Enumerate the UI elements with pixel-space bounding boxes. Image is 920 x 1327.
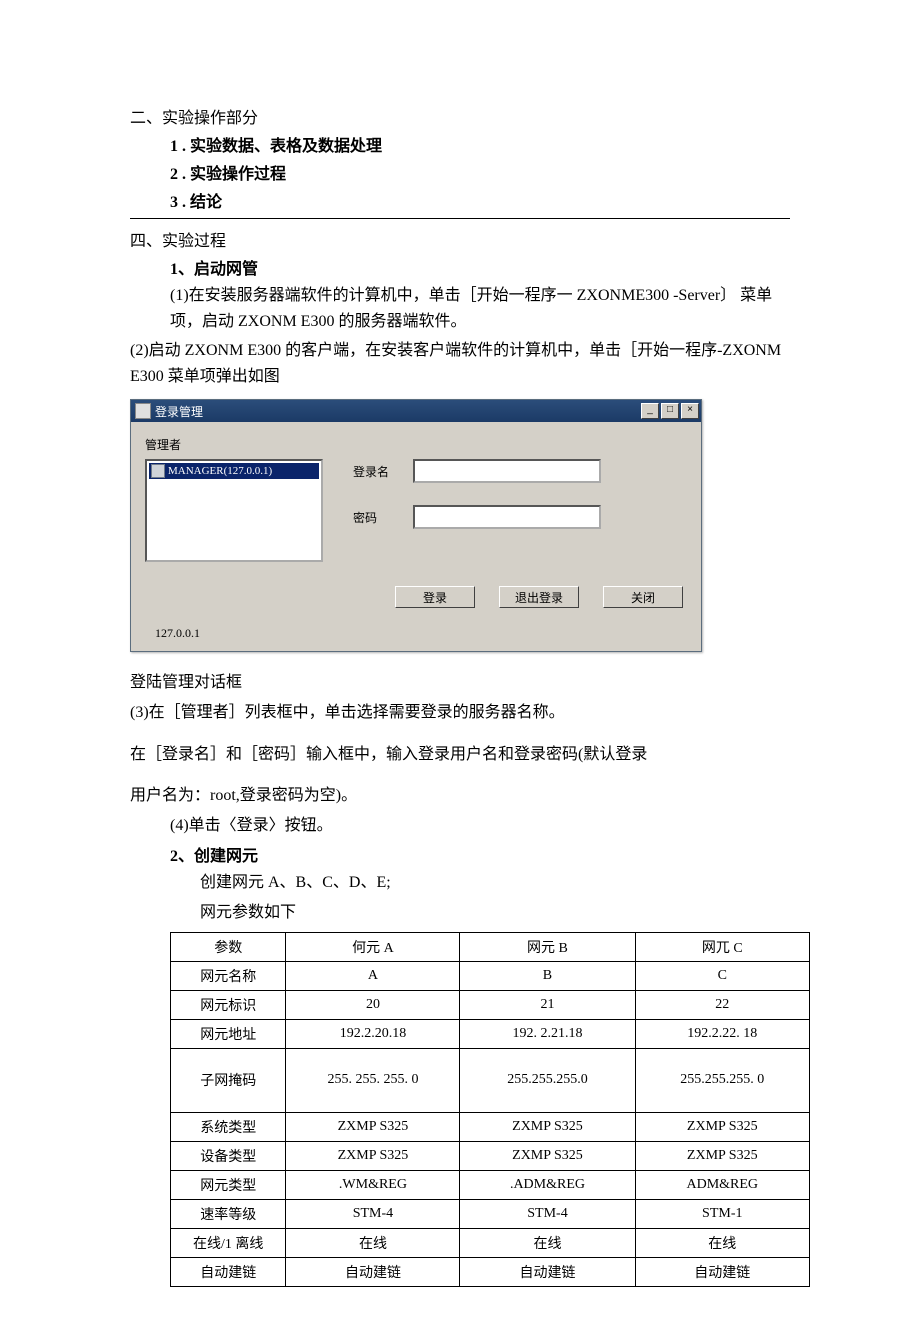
th-param: 参数: [171, 932, 286, 961]
table-row: 在线/1 离线在线在线在线: [171, 1228, 810, 1257]
maximize-icon[interactable]: □: [661, 403, 679, 419]
th-c: 网兀 C: [635, 932, 809, 961]
logout-button[interactable]: 退出登录: [499, 586, 579, 608]
table-row: 系统类型ZXMP S325ZXMP S325ZXMP S325: [171, 1112, 810, 1141]
table-row: 网元地址192.2.20.18192. 2.21.18192.2.22. 18: [171, 1019, 810, 1048]
step2-a: 创建网元 A、B、C、D、E;: [130, 870, 790, 896]
section4-title: 四、实验过程: [130, 227, 790, 251]
title-bar: 登录管理 _ □ ×: [131, 400, 701, 422]
table-row: 网元标识202122: [171, 990, 810, 1019]
after-dialog-l3: 在［登录名］和［密码］输入框中，输入登录用户名和登录密码(默认登录: [130, 742, 790, 768]
divider: [130, 218, 790, 219]
close-button[interactable]: 关闭: [603, 586, 683, 608]
table-header-row: 参数 何元 A 网元 B 网兀 C: [171, 932, 810, 961]
after-dialog-l1: 登陆管理对话框: [130, 670, 790, 696]
login-name-label: 登录名: [353, 463, 413, 480]
th-b: 网元 B: [460, 932, 635, 961]
step2-b: 网元参数如下: [130, 900, 790, 926]
server-icon: [151, 464, 165, 478]
step1-title: 1、启动网管: [130, 255, 790, 279]
dialog-title: 登录管理: [155, 403, 203, 420]
table-row: 自动建链自动建链自动建链自动建链: [171, 1257, 810, 1286]
password-label: 密码: [353, 509, 413, 526]
section2-title: 二、实验操作部分: [130, 104, 790, 128]
section2-item-2: 2 . 实验操作过程: [130, 160, 790, 184]
table-row: 网元类型.WM&REG.ADM&REGADM&REG: [171, 1170, 810, 1199]
step2-title: 2、创建网元: [130, 842, 790, 866]
after-dialog-l2: (3)在［管理者］列表框中，单击选择需要登录的服务器名称。: [130, 700, 790, 726]
minimize-icon[interactable]: _: [641, 403, 659, 419]
table-row: 速率等级STM-4STM-4STM-1: [171, 1199, 810, 1228]
table-row: 网元名称ABC: [171, 961, 810, 990]
step1-b: (2)启动 ZXONM E300 的客户端，在安装客户端软件的计算机中，单击［开…: [130, 338, 790, 389]
status-text: 127.0.0.1: [155, 626, 200, 641]
manager-listbox[interactable]: MANAGER(127.0.0.1): [145, 459, 323, 562]
app-icon: [135, 403, 151, 419]
section2-item-3: 3 . 结论: [130, 188, 790, 212]
th-a: 何元 A: [286, 932, 460, 961]
close-icon[interactable]: ×: [681, 403, 699, 419]
after-dialog-l4: 用户名为：root,登录密码为空)。: [130, 783, 790, 809]
manager-list-item[interactable]: MANAGER(127.0.0.1): [149, 463, 319, 479]
manager-label: 管理者: [145, 436, 687, 453]
login-name-input[interactable]: [413, 459, 601, 483]
table-row: 子网掩码255. 255. 255. 0255.255.255.0255.255…: [171, 1048, 810, 1112]
status-bar: 127.0.0.1: [131, 618, 701, 651]
login-dialog: 登录管理 _ □ × 管理者 MANAGER(127.0.0.1) 登: [130, 399, 702, 652]
after-dialog-l5: (4)单击〈登录〉按钮。: [130, 813, 790, 839]
password-input[interactable]: [413, 505, 601, 529]
login-button[interactable]: 登录: [395, 586, 475, 608]
table-row: 设备类型ZXMP S325ZXMP S325ZXMP S325: [171, 1141, 810, 1170]
step1-a: (1)在安装服务器端软件的计算机中，单击［开始一程序一 ZXONME300 -S…: [130, 283, 790, 334]
param-table: 参数 何元 A 网元 B 网兀 C 网元名称ABC 网元标识202122 网元地…: [170, 932, 810, 1287]
list-item-label: MANAGER(127.0.0.1): [168, 465, 272, 477]
section2-item-1: 1 . 实验数据、表格及数据处理: [130, 132, 790, 156]
